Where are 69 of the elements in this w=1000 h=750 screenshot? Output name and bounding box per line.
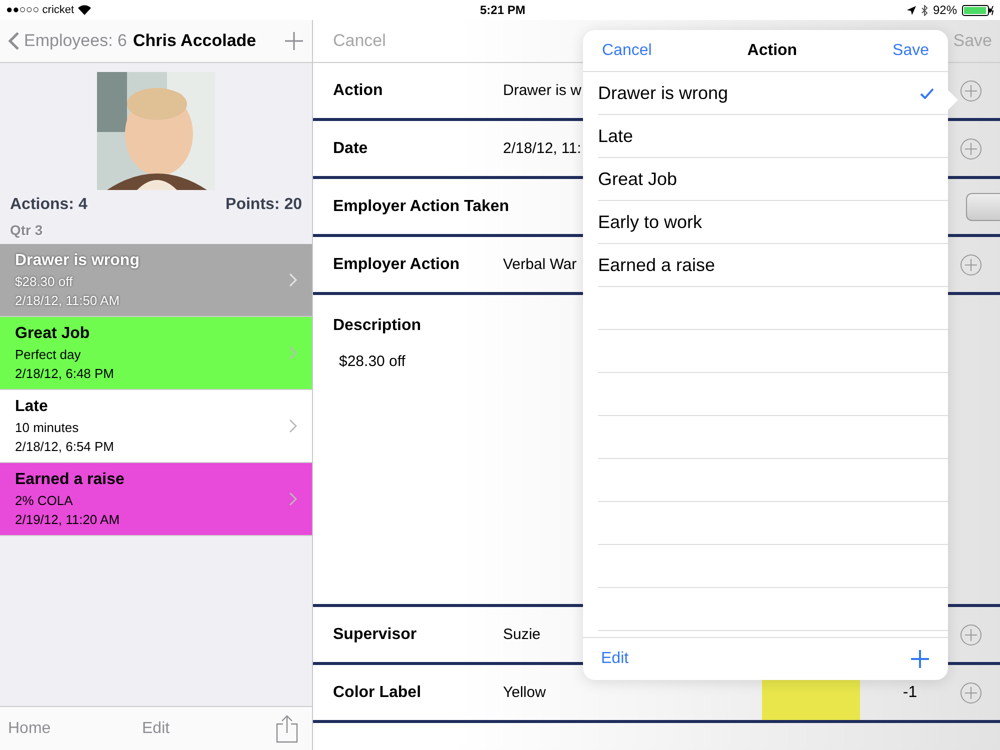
bluetooth-icon [920, 4, 928, 16]
toggle-switch[interactable] [966, 192, 1000, 220]
field-label: Supervisor [333, 626, 418, 644]
add-icon[interactable] [960, 682, 982, 704]
toolbar-button[interactable]: Home [8, 720, 142, 738]
option-item[interactable]: Drawer is wrong [598, 82, 920, 104]
actions-count: Actions: 4 [10, 196, 88, 214]
item-date: 2/18/12, 11:50 AM [15, 293, 121, 308]
field-label: Description [333, 317, 422, 335]
cancel-button[interactable]: Cancel [602, 42, 652, 60]
option-item[interactable]: Late [598, 126, 920, 146]
field-value: 2/18/12, 11: [503, 140, 582, 157]
list-item[interactable]: Great Job Perfect day 2/18/12, 6:48 PM [0, 317, 312, 390]
add-icon[interactable] [910, 649, 930, 669]
item-date: 2/18/12, 6:48 PM [15, 366, 116, 381]
section-header: Qtr 3 [10, 222, 43, 238]
share-icon[interactable] [276, 714, 298, 742]
save-button[interactable]: Save [892, 42, 929, 60]
item-date: 2/19/12, 11:20 AM [15, 512, 121, 527]
option-item[interactable]: Earned a raise [598, 254, 920, 276]
nav-title: Chris Accolade [133, 31, 258, 51]
add-icon[interactable] [284, 31, 304, 51]
field-label: Action [333, 82, 384, 100]
option-item[interactable]: Great Job [598, 168, 920, 190]
popover-title: Action [747, 42, 798, 60]
cancel-button[interactable]: Cancel [333, 31, 386, 51]
back-button[interactable]: Employees: 6 [8, 31, 127, 51]
field-value: Suzie [503, 626, 541, 643]
field-label: Employer Action Taken [333, 198, 510, 216]
wifi-icon [78, 5, 92, 15]
chevron-icon [289, 346, 297, 360]
points-value: -1 [902, 684, 918, 702]
location-icon [906, 6, 916, 14]
item-title: Earned a raise [15, 471, 126, 489]
chevron-icon [289, 273, 297, 287]
field-label: Date [333, 140, 369, 158]
item-date: 2/18/12, 6:54 PM [15, 439, 116, 454]
chevron-icon [289, 492, 297, 506]
add-icon[interactable] [960, 624, 982, 646]
item-title: Great Job [15, 325, 91, 343]
item-note: Perfect day [15, 347, 82, 362]
add-icon[interactable] [960, 80, 982, 102]
battery-icon [962, 4, 994, 16]
item-note: 2% COLA [15, 493, 74, 508]
carrier-label: ●●○○○ cricket [6, 4, 74, 16]
item-title: Drawer is wrong [15, 252, 140, 270]
list-item[interactable]: Late 10 minutes 2/18/12, 6:54 PM [0, 390, 312, 463]
item-title: Late [15, 398, 49, 416]
list-item[interactable]: Drawer is wrong $28.30 off 2/18/12, 11:50 AM [0, 244, 312, 317]
field-label: Color Label [333, 684, 422, 702]
chevron-icon [289, 419, 297, 433]
toolbar-button[interactable]: Edit [142, 720, 276, 738]
field-value: Drawer is w [503, 82, 582, 99]
add-icon[interactable] [960, 138, 982, 160]
back-icon [8, 31, 20, 51]
points-count: Points: 20 [226, 196, 302, 214]
field-value: Yellow [503, 684, 546, 701]
checkmark-icon [920, 88, 934, 98]
list-item[interactable]: Earned a raise 2% COLA 2/19/12, 11:20 AM [0, 463, 312, 536]
item-note: 10 minutes [15, 420, 80, 435]
clock: 5:21 PM [480, 3, 526, 17]
option-item[interactable]: Early to work [598, 212, 920, 232]
battery-percent: 92% [932, 3, 957, 17]
item-note: $28.30 off [15, 274, 74, 289]
edit-button[interactable]: Edit [601, 650, 629, 668]
add-icon[interactable] [960, 254, 982, 276]
description-text: $28.30 off [339, 353, 406, 370]
field-value: Verbal War [503, 256, 577, 273]
field-label: Employer Action [333, 256, 461, 274]
